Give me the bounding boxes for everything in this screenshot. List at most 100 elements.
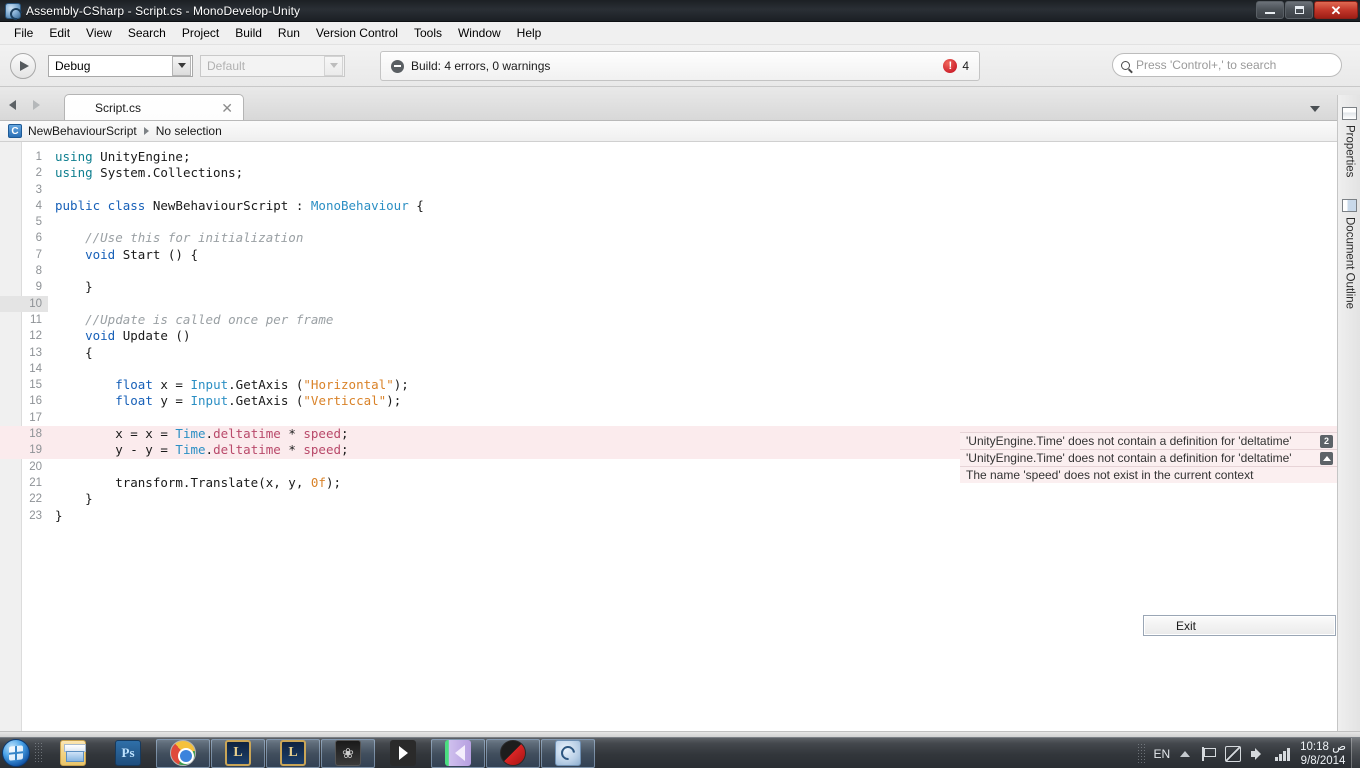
navigate-back-button[interactable] xyxy=(0,90,24,120)
line-number: 22 xyxy=(29,493,42,506)
code-line[interactable]: 22 } xyxy=(0,491,1337,507)
windows-start-orb[interactable] xyxy=(2,739,30,767)
maximize-button[interactable] xyxy=(1285,1,1313,19)
menu-window[interactable]: Window xyxy=(450,23,509,43)
code-line[interactable]: 2 using System.Collections; xyxy=(0,165,1337,181)
breadcrumb-class[interactable]: NewBehaviourScript xyxy=(28,124,137,138)
signal-icon[interactable] xyxy=(1275,747,1291,761)
close-button[interactable]: ✕ xyxy=(1314,1,1358,19)
exit-button[interactable]: Exit xyxy=(1143,615,1336,636)
navigate-forward-button[interactable] xyxy=(24,90,48,120)
error-count-chip[interactable]: 2 xyxy=(1320,434,1333,448)
chevron-up-icon[interactable] xyxy=(1180,750,1191,757)
error-circle-icon xyxy=(391,59,404,73)
dock-tab-properties[interactable]: Properties xyxy=(1338,103,1360,177)
unity-icon xyxy=(390,740,416,766)
taskbar-monodevelop[interactable] xyxy=(541,738,595,768)
line-number: 15 xyxy=(29,379,42,392)
code-line[interactable]: 23} xyxy=(0,508,1337,524)
menu-version-control[interactable]: Version Control xyxy=(308,23,406,43)
search-input[interactable]: Press 'Control+,' to search xyxy=(1112,53,1342,77)
close-icon[interactable]: ✕ xyxy=(219,101,235,115)
menu-view[interactable]: View xyxy=(78,23,120,43)
platform-value: Default xyxy=(207,58,246,73)
tray-grip[interactable] xyxy=(1137,742,1146,765)
error-tooltip[interactable]: 'UnityEngine.Time' does not contain a de… xyxy=(960,432,1337,449)
run-button[interactable] xyxy=(10,52,36,79)
monodevelop-icon xyxy=(555,740,581,766)
chevron-down-icon[interactable] xyxy=(1310,106,1320,112)
code-line[interactable]: 10 xyxy=(0,295,1337,312)
window-titlebar[interactable]: Assembly-CSharp - Script.cs - MonoDevelo… xyxy=(0,0,1360,22)
menu-bar: File Edit View Search Project Build Run … xyxy=(0,22,1360,45)
code-line[interactable]: 15 float x = Input.GetAxis ("Horizontal"… xyxy=(0,377,1337,393)
line-number: 4 xyxy=(35,199,42,212)
code-line[interactable]: 13 { xyxy=(0,345,1337,361)
code-line[interactable]: 16 float y = Input.GetAxis ("Verticcal")… xyxy=(0,393,1337,409)
code-line-text: } xyxy=(55,279,93,295)
code-line[interactable]: 9 } xyxy=(0,279,1337,295)
arrow-left-icon xyxy=(8,100,16,110)
chevron-up-icon xyxy=(1322,455,1331,461)
error-tooltip[interactable]: 'UnityEngine.Time' does not contain a de… xyxy=(960,449,1337,466)
code-line[interactable]: 1 using UnityEngine; xyxy=(0,149,1337,165)
code-line[interactable]: 6 //Use this for initialization xyxy=(0,230,1337,246)
volume-icon[interactable] xyxy=(1250,746,1266,762)
taskbar-unity[interactable] xyxy=(376,739,430,768)
error-tooltip[interactable]: The name 'speed' does not exist in the c… xyxy=(960,466,1337,483)
menu-file[interactable]: File xyxy=(6,23,41,43)
build-status-text: Build: 4 errors, 0 warnings xyxy=(411,59,551,73)
exit-button-label: Exit xyxy=(1176,618,1197,633)
menu-edit[interactable]: Edit xyxy=(41,23,78,43)
tab-script-cs[interactable]: Script.cs ✕ xyxy=(64,94,244,120)
windows-logo-icon xyxy=(9,745,23,761)
dock-tab-document-outline[interactable]: Document Outline xyxy=(1338,195,1360,309)
code-line[interactable]: 5 xyxy=(0,214,1337,230)
line-number: 5 xyxy=(35,216,42,229)
menu-tools[interactable]: Tools xyxy=(406,23,450,43)
menu-build[interactable]: Build xyxy=(227,23,270,43)
taskbar-game[interactable]: ❀ xyxy=(321,738,375,768)
taskbar-mono[interactable] xyxy=(431,738,485,768)
menu-run[interactable]: Run xyxy=(270,23,308,43)
code-line[interactable]: 4 public class NewBehaviourScript : MonoB… xyxy=(0,198,1337,214)
taskbar-recorder[interactable] xyxy=(486,738,540,768)
system-tray: EN 10:18 ص 9/8/2014 xyxy=(1137,738,1360,769)
configuration-dropdown-button[interactable] xyxy=(172,55,191,76)
code-line[interactable]: 17 xyxy=(0,410,1337,426)
app-icon xyxy=(5,2,21,19)
taskbar-explorer[interactable] xyxy=(46,739,100,768)
taskbar-grip[interactable] xyxy=(34,742,42,764)
code-line[interactable]: 14 xyxy=(0,361,1337,377)
show-desktop-button[interactable] xyxy=(1351,738,1360,769)
menu-help[interactable]: Help xyxy=(509,23,550,43)
line-number: 20 xyxy=(29,460,42,473)
network-icon[interactable] xyxy=(1225,745,1242,762)
taskbar-lol-1[interactable]: L xyxy=(211,738,265,768)
menu-search[interactable]: Search xyxy=(120,23,174,43)
properties-panel-icon xyxy=(1342,107,1357,120)
tray-language[interactable]: EN xyxy=(1153,747,1170,761)
taskbar-photoshop[interactable]: Ps xyxy=(101,739,155,768)
collapse-errors-button[interactable] xyxy=(1320,451,1333,465)
clock[interactable]: 10:18 ص 9/8/2014 xyxy=(1300,740,1346,768)
code-line[interactable]: 8 xyxy=(0,263,1337,279)
code-line[interactable]: 12 void Update () xyxy=(0,328,1337,344)
code-line[interactable]: 3 xyxy=(0,182,1337,198)
chevron-right-icon xyxy=(143,127,149,135)
breadcrumb: C NewBehaviourScript No selection xyxy=(0,121,1337,142)
minimize-button[interactable] xyxy=(1256,1,1284,19)
code-line[interactable]: 11 //Update is called once per frame xyxy=(0,312,1337,328)
build-status-panel[interactable]: Build: 4 errors, 0 warnings ! 4 xyxy=(380,51,980,81)
platform-select[interactable]: Default xyxy=(200,54,345,77)
menu-project[interactable]: Project xyxy=(174,23,227,43)
error-tooltip-message: The name 'speed' does not exist in the c… xyxy=(966,467,1254,482)
action-center-icon[interactable] xyxy=(1200,746,1217,762)
platform-dropdown-button[interactable] xyxy=(324,55,343,76)
taskbar-lol-2[interactable]: L xyxy=(266,738,320,768)
code-line[interactable]: 7 void Start () { xyxy=(0,247,1337,263)
taskbar-chrome[interactable] xyxy=(156,738,210,768)
configuration-select[interactable]: Debug xyxy=(48,54,193,77)
breadcrumb-member[interactable]: No selection xyxy=(156,124,222,138)
code-line-text: void Update () xyxy=(85,328,191,344)
